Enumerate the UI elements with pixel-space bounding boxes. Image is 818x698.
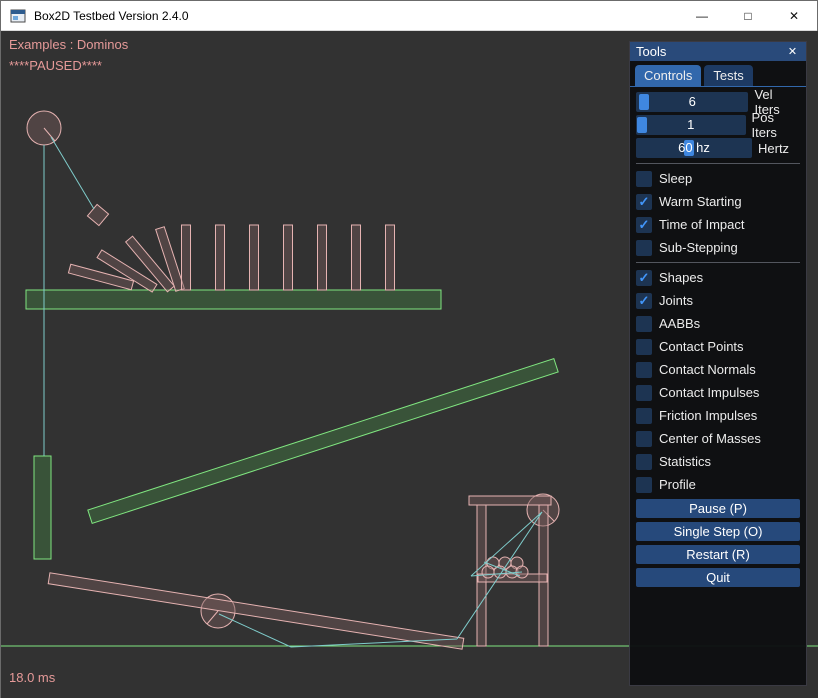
checkbox-box: ✓ [636, 454, 652, 470]
checkbox-box: ✓ [636, 362, 652, 378]
slider-row: 6 Vel Iters [636, 92, 800, 112]
checkbox-box: ✓ [636, 408, 652, 424]
checkbox-contact-normals[interactable]: ✓ Contact Normals [636, 361, 800, 378]
checkbox-box: ✓ [636, 194, 652, 210]
checkbox-sub-stepping[interactable]: ✓ Sub-Stepping [636, 239, 800, 256]
paused-label: ****PAUSED**** [9, 58, 102, 73]
pos-iters-slider[interactable]: 1 [636, 115, 746, 135]
checkbox-box: ✓ [636, 270, 652, 286]
check-icon: ✓ [639, 218, 650, 231]
maximize-button[interactable]: □ [725, 1, 771, 31]
close-button[interactable]: ✕ [771, 1, 817, 31]
minimize-button[interactable]: — [679, 1, 725, 31]
vel-iters-slider[interactable]: 6 [636, 92, 748, 112]
checkbox-box: ✓ [636, 240, 652, 256]
slider-label: Hertz [758, 141, 789, 156]
tools-panel: Tools ✕ Controls Tests 6 Vel Iters 1 Pos… [629, 41, 807, 686]
checkbox-sleep[interactable]: ✓ Sleep [636, 170, 800, 187]
slider-label: Pos Iters [752, 110, 800, 140]
slider-row: 60 hz Hertz [636, 138, 800, 158]
checkbox-joints[interactable]: ✓ Joints [636, 292, 800, 309]
pause-button[interactable]: Pause (P) [636, 499, 800, 518]
tools-title: Tools [636, 44, 785, 59]
checkbox-aabbs[interactable]: ✓ AABBs [636, 315, 800, 332]
checkbox-box: ✓ [636, 293, 652, 309]
checkbox-shapes[interactable]: ✓ Shapes [636, 269, 800, 286]
tab-tests[interactable]: Tests [704, 65, 752, 86]
tools-close-icon[interactable]: ✕ [785, 44, 800, 59]
checkbox-contact-impulses[interactable]: ✓ Contact Impulses [636, 384, 800, 401]
checkbox-warm-starting[interactable]: ✓ Warm Starting [636, 193, 800, 210]
tools-content: 6 Vel Iters 1 Pos Iters 60 hz Hertz [630, 87, 806, 587]
hertz-slider[interactable]: 60 hz [636, 138, 752, 158]
window-title: Box2D Testbed Version 2.4.0 [34, 9, 679, 23]
check-icon: ✓ [639, 195, 650, 208]
checkbox-contact-points[interactable]: ✓ Contact Points [636, 338, 800, 355]
checkbox-time-of-impact[interactable]: ✓ Time of Impact [636, 216, 800, 233]
separator [636, 163, 800, 164]
checkbox-statistics[interactable]: ✓ Statistics [636, 453, 800, 470]
quit-button[interactable]: Quit [636, 568, 800, 587]
tools-titlebar[interactable]: Tools ✕ [630, 42, 806, 61]
checkbox-box: ✓ [636, 171, 652, 187]
os-titlebar[interactable]: Box2D Testbed Version 2.4.0 — □ ✕ [1, 1, 817, 31]
app-icon [10, 8, 26, 24]
tab-controls[interactable]: Controls [635, 65, 701, 86]
check-icon: ✓ [639, 294, 650, 307]
checkbox-center-of-masses[interactable]: ✓ Center of Masses [636, 430, 800, 447]
checkbox-friction-impulses[interactable]: ✓ Friction Impulses [636, 407, 800, 424]
checkbox-box: ✓ [636, 217, 652, 233]
tools-tabbar: Controls Tests [630, 61, 806, 87]
checkbox-box: ✓ [636, 385, 652, 401]
check-icon: ✓ [639, 271, 650, 284]
checkbox-profile[interactable]: ✓ Profile [636, 476, 800, 493]
frame-time-label: 18.0 ms [9, 670, 55, 685]
slider-row: 1 Pos Iters [636, 115, 800, 135]
single-step-button[interactable]: Single Step (O) [636, 522, 800, 541]
checkbox-box: ✓ [636, 431, 652, 447]
checkbox-box: ✓ [636, 339, 652, 355]
example-label: Examples : Dominos [9, 37, 128, 52]
separator [636, 262, 800, 263]
checkbox-box: ✓ [636, 477, 652, 493]
checkbox-box: ✓ [636, 316, 652, 332]
app-window: Box2D Testbed Version 2.4.0 — □ ✕ [0, 0, 818, 698]
restart-button[interactable]: Restart (R) [636, 545, 800, 564]
